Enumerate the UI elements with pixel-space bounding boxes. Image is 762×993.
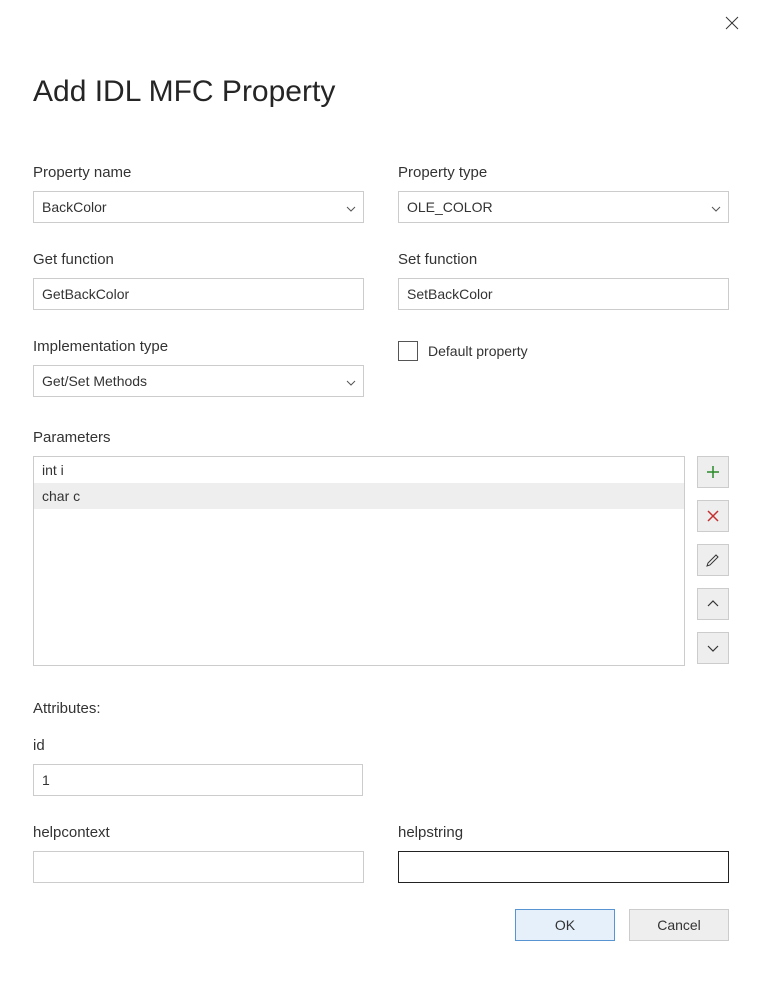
property-name-label: Property name (33, 164, 364, 181)
set-function-input[interactable] (398, 278, 729, 310)
add-parameter-button[interactable] (697, 456, 729, 488)
cancel-button[interactable]: Cancel (629, 909, 729, 941)
ok-button[interactable]: OK (515, 909, 615, 941)
id-label: id (33, 737, 363, 754)
property-name-combo[interactable] (33, 191, 364, 223)
default-property-checkbox[interactable] (398, 341, 418, 361)
helpstring-input[interactable] (398, 851, 729, 883)
dialog-title: Add IDL MFC Property (33, 75, 729, 109)
pencil-icon (705, 552, 721, 568)
helpstring-label: helpstring (398, 824, 729, 841)
get-function-label: Get function (33, 251, 364, 268)
plus-icon (705, 464, 721, 480)
x-icon (705, 508, 721, 524)
get-function-input[interactable] (33, 278, 364, 310)
move-down-button[interactable] (697, 632, 729, 664)
list-item[interactable]: char c (34, 483, 684, 509)
property-type-label: Property type (398, 164, 729, 181)
list-item[interactable]: int i (34, 457, 684, 483)
close-icon (725, 16, 739, 30)
parameters-list[interactable]: int ichar c (33, 456, 685, 666)
move-up-button[interactable] (697, 588, 729, 620)
set-function-label: Set function (398, 251, 729, 268)
helpcontext-input[interactable] (33, 851, 364, 883)
attributes-label: Attributes: (33, 700, 729, 717)
parameters-label: Parameters (33, 429, 729, 446)
chevron-down-icon (705, 640, 721, 656)
implementation-type-combo[interactable] (33, 365, 364, 397)
implementation-type-label: Implementation type (33, 338, 364, 355)
chevron-up-icon (705, 596, 721, 612)
remove-parameter-button[interactable] (697, 500, 729, 532)
helpcontext-label: helpcontext (33, 824, 364, 841)
id-input[interactable] (33, 764, 363, 796)
property-type-combo[interactable] (398, 191, 729, 223)
close-button[interactable] (722, 13, 742, 33)
default-property-label: Default property (428, 343, 528, 359)
edit-parameter-button[interactable] (697, 544, 729, 576)
